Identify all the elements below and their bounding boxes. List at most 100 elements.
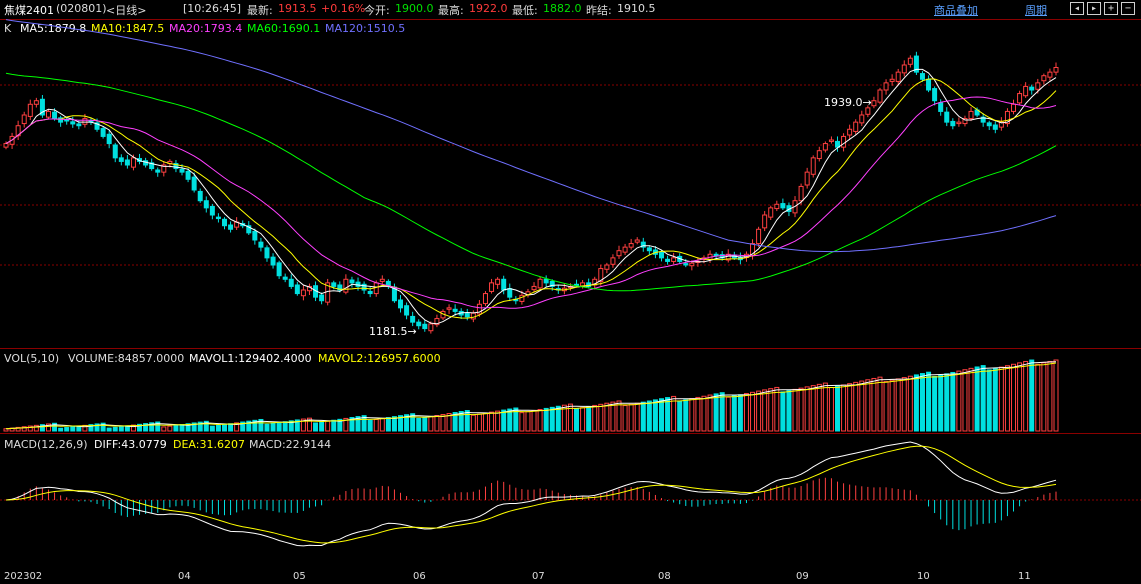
volume-bar [598,403,604,432]
volume-bar [804,386,810,432]
volume-bar [810,385,816,432]
candle-body [331,282,337,287]
candle-body [1053,67,1059,73]
candle-body [82,118,88,125]
candle-body [865,107,871,115]
volume-bar [926,371,932,432]
volume-bar [828,387,834,432]
volume-bar [938,374,944,432]
candle-body [221,218,227,227]
volume-bar [798,387,804,432]
candle-body [355,281,361,287]
volume-bar [543,407,549,432]
candle-body [671,257,677,262]
volume-bar [1047,360,1053,432]
volume-bar [701,395,707,432]
volume-bar [215,424,221,432]
candle-body [507,288,513,298]
volume-bar [282,421,288,432]
volume-bar [962,369,968,432]
volume-bar [501,409,507,432]
candle-body [422,323,428,330]
candle-body [112,144,118,159]
candle-body [932,88,938,102]
ma60-line [5,72,1057,292]
candle-body [543,278,549,284]
volume-bar [106,427,112,432]
volume-bar [173,424,179,432]
candle-body [470,312,476,320]
volume-bar [725,396,731,432]
candle-body [416,321,422,327]
volume-bar [950,371,956,432]
candle-body [270,256,276,266]
candle-body [197,190,203,202]
candle-body [282,276,288,280]
volume-bar [774,386,780,432]
volume-bar [677,400,683,432]
volume-bar [464,410,470,432]
volume-bar [1004,365,1010,432]
volume-bar [859,380,865,432]
candle-body [264,247,270,259]
volume-bar [428,416,434,432]
candle-body [889,78,895,82]
candle-body [822,143,828,151]
volume-bar [816,383,822,432]
volume-bar [379,418,385,432]
candle-body [404,305,410,316]
candle-body [628,243,634,248]
volume-bar [865,379,871,432]
volume-bar [367,419,373,432]
volume-bar [895,378,901,432]
candle-body [209,205,215,216]
candle-body [835,140,841,148]
volume-bar [841,384,847,432]
candle-body [780,203,786,209]
volume-bar [786,390,792,432]
candle-body [622,246,628,253]
volume-bar [919,373,925,432]
volume-bar [913,374,919,432]
volume-bar [713,393,719,432]
candle-body [100,128,106,137]
volume-bar [549,406,555,432]
candle-body [276,262,282,277]
candle-body [877,89,883,103]
candle-body [901,64,907,74]
volume-bar [373,418,379,432]
volume-bar [780,391,786,432]
volume-bar [276,422,282,432]
volume-bar [167,425,173,432]
candle-body [658,251,664,259]
volume-bar [580,407,586,432]
candle-body [300,289,306,297]
volume-bar [622,405,628,432]
candle-body [482,293,488,305]
candle-body [992,124,998,130]
volume-bar [319,421,325,432]
volume-bar [1017,362,1023,432]
candle-body [944,111,950,123]
kline-chart[interactable] [0,0,1141,584]
candle-body [124,159,130,166]
candle-body [968,110,974,120]
candle-body [847,128,853,136]
volume-bar [610,401,616,432]
volume-bar [209,425,215,432]
candle-body [452,308,458,312]
volume-bar [489,411,495,432]
candle-body [185,170,191,180]
volume-bar [907,375,913,432]
candle-body [1011,103,1017,112]
candle-body [489,282,495,292]
candle-body [756,228,762,245]
candle-body [919,73,925,80]
volume-bar [519,412,525,432]
volume-bar [228,423,234,432]
volume-bar [470,414,476,432]
volume-bar [986,369,992,432]
volume-bar [586,406,592,432]
volume-bar [822,382,828,432]
candle-body [853,121,859,132]
